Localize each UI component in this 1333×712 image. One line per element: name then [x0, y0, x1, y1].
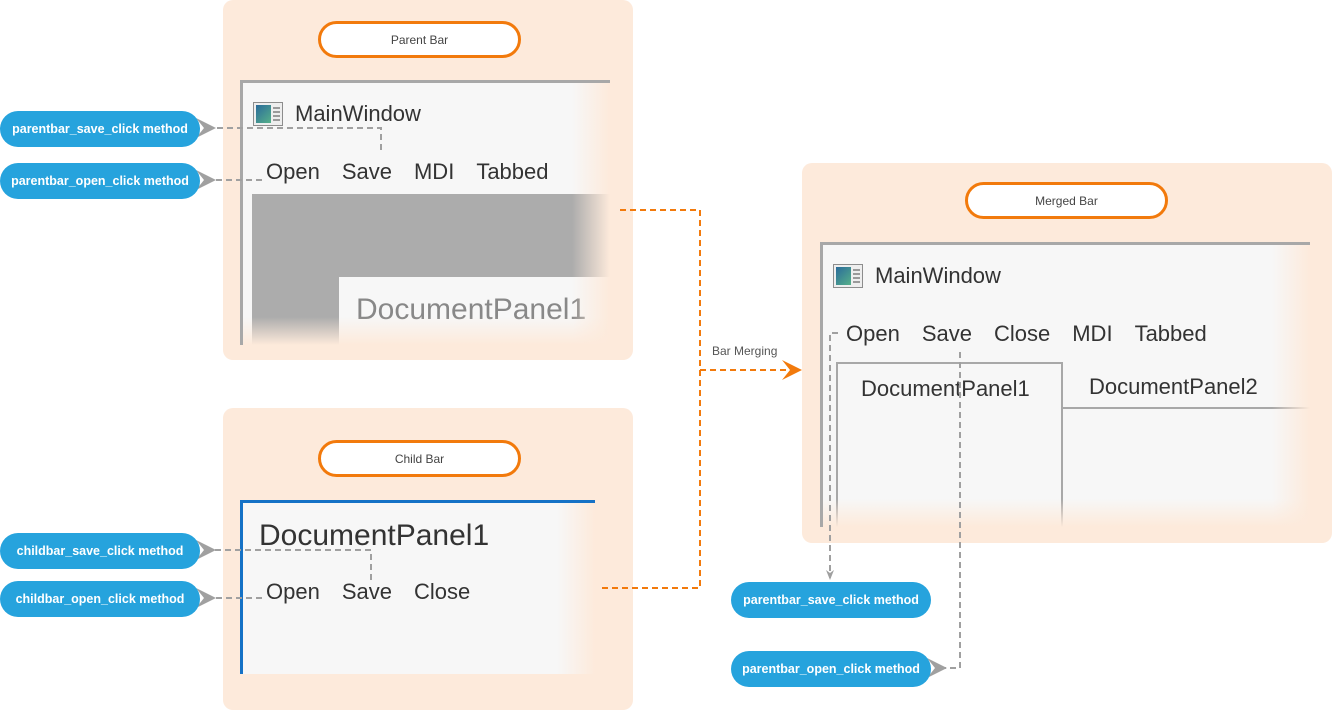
parentbar-open-click-method: parentbar_open_click method	[0, 163, 200, 199]
childbar-open-click-method: childbar_open_click method	[0, 581, 200, 617]
line-merged-save-to-open	[927, 352, 961, 678]
connector-lines	[196, 118, 961, 678]
line-parent-to-merge	[598, 209, 701, 589]
merged-parentbar-save-click-method: parentbar_save_click method	[731, 582, 931, 618]
line-parent-save	[196, 118, 382, 150]
line-child-save	[196, 540, 372, 580]
line-merged-open-to-save	[829, 332, 838, 578]
parentbar-save-click-method: parentbar_save_click method	[0, 111, 200, 147]
merged-parentbar-open-click-method: parentbar_open_click method	[731, 651, 931, 687]
childbar-save-click-method: childbar_save_click method	[0, 533, 200, 569]
bar-merging-label: Bar Merging	[712, 344, 778, 358]
